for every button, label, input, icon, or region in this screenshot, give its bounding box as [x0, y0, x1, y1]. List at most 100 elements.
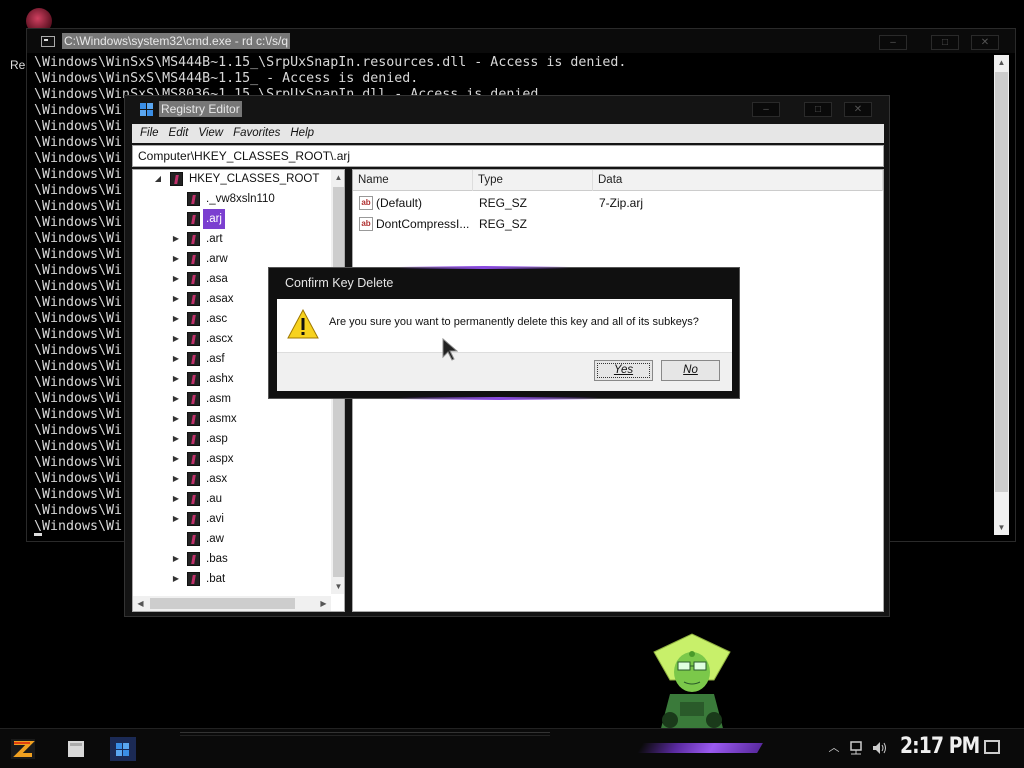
expand-arrow-icon[interactable]: ▶: [171, 249, 181, 269]
tree-item[interactable]: ▶ .avi: [133, 509, 331, 529]
network-icon[interactable]: [848, 741, 864, 755]
tree-item[interactable]: ▶ .art: [133, 229, 331, 249]
cmd-output-line: \Windows\WinSxS\MS444B~1.15_\SrpUxSnapIn…: [34, 55, 627, 70]
tree-horizontal-scrollbar[interactable]: ◀ ▶: [133, 596, 331, 611]
tree-item[interactable]: ▶ .asx: [133, 469, 331, 489]
folder-icon: [187, 472, 200, 486]
tree-item-label: .aspx: [206, 453, 234, 465]
folder-icon: [187, 292, 200, 306]
tree-item-label: .asf: [206, 353, 225, 365]
tree-item[interactable]: ▶ .au: [133, 489, 331, 509]
tree-item[interactable]: ▶ .bas: [133, 549, 331, 569]
tree-scroll-up-icon[interactable]: ▲: [331, 170, 344, 185]
cmd-titlebar[interactable]: C:\Windows\system32\cmd.exe - rd c:\/s/q…: [27, 29, 1015, 53]
yes-button[interactable]: Yes: [594, 360, 653, 381]
expand-arrow-icon[interactable]: ▶: [171, 349, 181, 369]
reg-minimize-button[interactable]: –: [752, 102, 780, 117]
reg-maximize-button[interactable]: □: [804, 102, 832, 117]
tree-scroll-down-icon[interactable]: ▼: [331, 579, 344, 594]
dialog-glow-decoration: [399, 266, 569, 269]
dialog-glow-decoration: [399, 397, 599, 400]
tree-scroll-left-icon[interactable]: ◀: [133, 596, 148, 611]
cmd-scroll-thumb[interactable]: [995, 72, 1008, 492]
reg-titlebar[interactable]: Registry Editor – □ ✕: [125, 96, 889, 124]
tree-item-label: .au: [206, 493, 222, 505]
no-button[interactable]: No: [661, 360, 720, 381]
tree-item-label: .asx: [206, 473, 228, 485]
expand-arrow-icon[interactable]: ▶: [171, 229, 181, 249]
reg-close-button[interactable]: ✕: [844, 102, 872, 117]
expand-arrow-icon[interactable]: ▶: [171, 549, 181, 569]
folder-icon: [187, 312, 200, 326]
tree-hscroll-thumb[interactable]: [150, 598, 295, 609]
cmd-output-line: \Windows\WinSxS\MS444B~1.15_ - Access is…: [34, 71, 419, 86]
value-name: DontCompressI...: [376, 217, 470, 231]
cmd-scrollbar[interactable]: ▲ ▼: [994, 55, 1009, 535]
taskbar-decoration: [637, 743, 763, 753]
value-type: REG_SZ: [479, 196, 528, 210]
menu-file[interactable]: File: [135, 124, 164, 143]
cmd-maximize-button[interactable]: □: [931, 35, 959, 50]
list-row[interactable]: ab (Default) REG_SZ 7-Zip.arj: [353, 193, 883, 214]
expand-arrow-icon[interactable]: ▶: [171, 469, 181, 489]
expand-arrow-icon[interactable]: ▶: [171, 369, 181, 389]
tree-item[interactable]: ▶ .bat: [133, 569, 331, 589]
tree-item[interactable]: ▶ .aspx: [133, 449, 331, 469]
reg-title: Registry Editor: [159, 101, 242, 117]
column-name-header[interactable]: Name: [353, 170, 473, 191]
folder-icon: [187, 412, 200, 426]
menu-help[interactable]: Help: [285, 124, 319, 143]
cmd-scroll-down-icon[interactable]: ▼: [994, 520, 1009, 535]
tree-root-row[interactable]: ◢ HKEY_CLASSES_ROOT: [133, 170, 331, 189]
expand-arrow-icon[interactable]: ▶: [171, 289, 181, 309]
value-name: (Default): [376, 196, 423, 210]
tree-item[interactable]: .arj: [133, 209, 331, 229]
expand-arrow-icon[interactable]: ▶: [171, 389, 181, 409]
chevron-up-icon[interactable]: ︿: [826, 741, 842, 755]
menu-edit[interactable]: Edit: [164, 124, 194, 143]
menu-view[interactable]: View: [193, 124, 228, 143]
folder-icon: [187, 532, 200, 546]
folder-icon: [187, 232, 200, 246]
tree-item-label: .asc: [206, 313, 228, 325]
taskbar-clock[interactable]: 2:17 PM: [900, 734, 980, 759]
speaker-icon[interactable]: [872, 741, 888, 755]
expand-arrow-icon[interactable]: ▶: [171, 329, 181, 349]
expand-arrow-icon[interactable]: ▶: [171, 509, 181, 529]
taskbar-cmd-app[interactable]: [62, 735, 92, 763]
start-button[interactable]: [8, 735, 38, 763]
tree-item-label: .bas: [206, 553, 228, 565]
tree-item[interactable]: .aw: [133, 529, 331, 549]
tree-item-label: .asa: [206, 273, 228, 285]
expand-arrow-icon[interactable]: ▶: [171, 309, 181, 329]
expand-arrow-icon[interactable]: ▶: [171, 429, 181, 449]
confirm-key-delete-dialog[interactable]: Confirm Key Delete Are you sure you want…: [268, 266, 740, 400]
notification-icon[interactable]: [984, 740, 1000, 754]
warning-icon: [287, 309, 319, 339]
address-bar[interactable]: Computer\HKEY_CLASSES_ROOT\.arj: [132, 145, 884, 167]
tree-item-label: .arw: [206, 253, 228, 265]
tree-root-label: HKEY_CLASSES_ROOT: [189, 173, 320, 185]
cmd-close-button[interactable]: ✕: [971, 35, 999, 50]
folder-icon: [187, 552, 200, 566]
expand-arrow-icon[interactable]: ▶: [171, 409, 181, 429]
collapse-arrow-icon[interactable]: ◢: [153, 170, 163, 189]
expand-arrow-icon[interactable]: ▶: [171, 269, 181, 289]
tree-item[interactable]: ▶ .arw: [133, 249, 331, 269]
menu-favorites[interactable]: Favorites: [228, 124, 285, 143]
cmd-minimize-button[interactable]: –: [879, 35, 907, 50]
reg-menubar: File Edit View Favorites Help: [132, 124, 884, 143]
column-data-header[interactable]: Data: [593, 170, 883, 191]
cmd-scroll-up-icon[interactable]: ▲: [994, 55, 1009, 70]
column-type-header[interactable]: Type: [473, 170, 593, 191]
expand-arrow-icon[interactable]: ▶: [171, 449, 181, 469]
taskbar-regedit-app[interactable]: [108, 735, 138, 763]
list-row[interactable]: ab DontCompressI... REG_SZ: [353, 214, 883, 235]
tree-item[interactable]: ▶ .asmx: [133, 409, 331, 429]
tree-item[interactable]: ▶ .asp: [133, 429, 331, 449]
expand-arrow-icon[interactable]: ▶: [171, 489, 181, 509]
tree-item[interactable]: ._vw8xsln110: [133, 189, 331, 209]
tree-scroll-right-icon[interactable]: ▶: [316, 596, 331, 611]
expand-arrow-icon[interactable]: ▶: [171, 569, 181, 589]
folder-icon: [187, 392, 200, 406]
